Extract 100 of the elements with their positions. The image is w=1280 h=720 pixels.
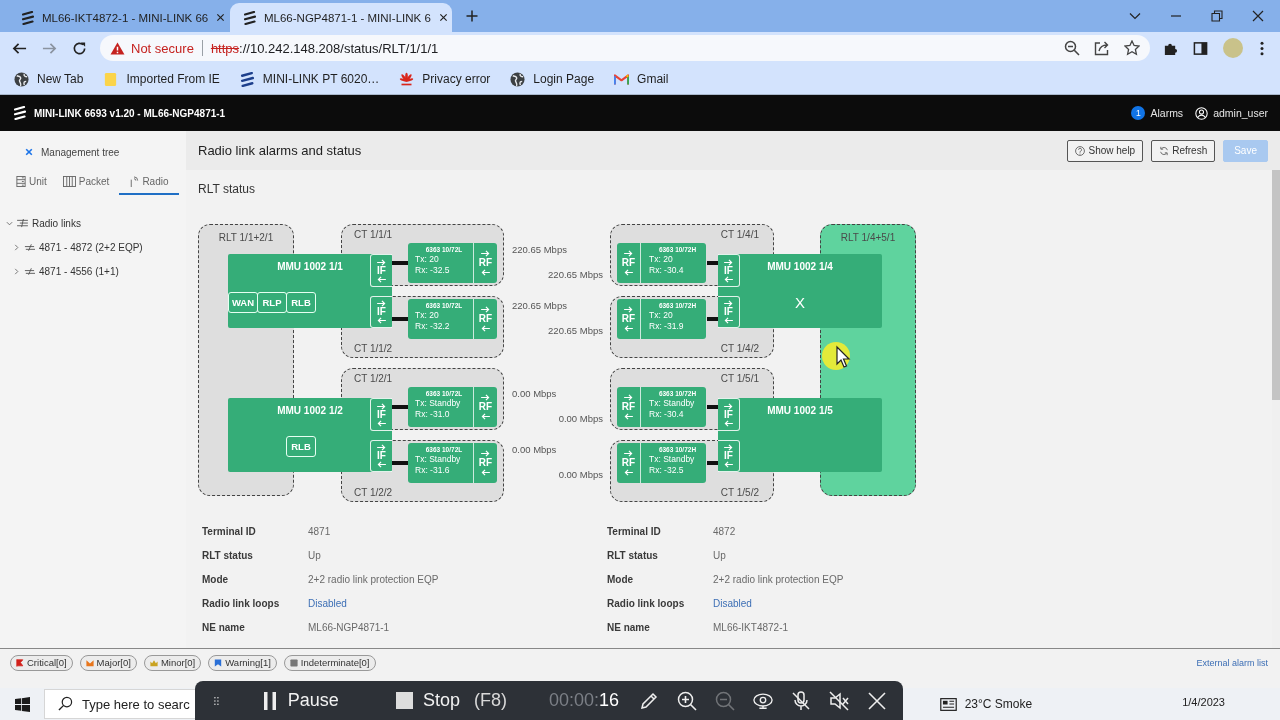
columns-icon: [62, 176, 76, 187]
crown-icon: [149, 658, 158, 667]
weather-text[interactable]: 23°C Smoke: [964, 697, 1033, 711]
stop-button[interactable]: Stop (F8): [395, 690, 507, 711]
help-icon: [1075, 145, 1086, 156]
arrow-right-icon: [377, 402, 386, 410]
pause-button[interactable]: Pause: [261, 690, 339, 711]
chevron-down-icon[interactable]: [1129, 10, 1141, 22]
clock-date[interactable]: 1/4/2023: [1182, 696, 1225, 708]
newspaper-icon[interactable]: [939, 697, 957, 711]
address-bar[interactable]: Not secure https://10.242.148.208/status/RLT/1/1/1: [100, 35, 1150, 61]
alarms-button[interactable]: 1 Alarms: [1131, 106, 1184, 120]
close-icon[interactable]: [216, 13, 226, 22]
alarm-list-link[interactable]: External alarm list: [1196, 657, 1268, 668]
pause-icon: [261, 691, 278, 710]
bookmark-item[interactable]: Privacy error: [399, 71, 491, 87]
port-label: RF: [478, 314, 493, 324]
stop-icon: [395, 692, 413, 709]
help-button[interactable]: Show help: [1067, 139, 1144, 162]
arrow-left-icon: [624, 413, 633, 420]
recording-timer: 00:00:16: [548, 690, 619, 711]
port-label: IF: [724, 265, 733, 276]
port-label: RF: [621, 402, 636, 412]
reload-icon[interactable]: [72, 40, 87, 56]
user-icon: [1195, 106, 1209, 120]
carrier-label: CT 1/1/2: [354, 343, 393, 354]
field-link[interactable]: Disabled: [713, 597, 752, 609]
arrow-right-icon: [724, 402, 733, 410]
bookmark-item[interactable]: MINI-LINK PT 6020…: [239, 71, 380, 87]
browser-tab[interactable]: ML66-IKT4872-1 - MINI-LINK 66: [8, 3, 230, 32]
arrow-left-icon: [377, 419, 386, 427]
radio-link-icon: [24, 242, 35, 252]
throughput-label: 0.00 Mbps: [558, 413, 603, 424]
field-value: 4871: [308, 525, 331, 537]
user-menu[interactable]: admin_user: [1195, 106, 1268, 120]
logo-icon: [239, 71, 255, 87]
field-value: 2+2 radio link protection EQP: [713, 573, 844, 585]
port-label: RF: [478, 458, 493, 468]
plus-icon[interactable]: [466, 10, 478, 22]
bookmark-item[interactable]: Login Page: [510, 71, 595, 87]
arrow-left-icon: [724, 461, 733, 468]
rx-reading: Rx: -31.0: [415, 409, 451, 419]
side-panel-icon[interactable]: [1193, 40, 1208, 56]
zoom-out-icon[interactable]: [1064, 40, 1080, 56]
port-label: IF: [724, 307, 733, 317]
arrow-right-icon: [624, 250, 633, 257]
field-label: Terminal ID: [202, 525, 256, 537]
star-icon[interactable]: [1124, 40, 1140, 56]
port-label: IF: [377, 451, 386, 461]
rx-reading: Rx: -32.5: [415, 265, 451, 275]
close-icon[interactable]: [438, 13, 448, 22]
alarm-counter[interactable]: Major[0]: [79, 654, 137, 671]
url-text[interactable]: https://10.242.148.208/status/RLT/1/1/1: [210, 40, 439, 56]
field-label: RLT status: [202, 549, 253, 561]
tx-reading: Tx: 20: [415, 310, 440, 320]
port-tag: RLP: [257, 292, 287, 313]
speaker-muted-icon: [829, 690, 849, 711]
menu-icon[interactable]: [1260, 40, 1264, 56]
speaker-button[interactable]: [827, 688, 851, 713]
field-link[interactable]: Disabled: [308, 597, 347, 609]
flag-icon: [16, 658, 24, 667]
close-icon[interactable]: [1252, 10, 1264, 22]
browser-tab[interactable]: ML66-NGP4871-1 - MINI-LINK 6: [230, 3, 452, 32]
rx-reading: Rx: -31.6: [415, 465, 451, 475]
sidebar-tab[interactable]: Radio: [119, 173, 179, 195]
field-label: NE name: [607, 621, 650, 633]
arrow-right-icon: [624, 450, 633, 457]
alarm-counter[interactable]: Critical[0]: [10, 654, 73, 671]
tree-item[interactable]: 4871 - 4872 (2+2 EQP): [0, 235, 186, 259]
carrier-label: CT 1/2/1: [354, 373, 393, 384]
port-tag: WAN: [228, 292, 258, 313]
field-label: Mode: [202, 573, 229, 585]
bookmark-item[interactable]: Gmail: [614, 71, 669, 87]
bookmark-item[interactable]: Imported From IE: [103, 71, 220, 87]
pencil-icon: [639, 690, 659, 711]
alarm-counter[interactable]: Warning[1]: [208, 654, 277, 671]
throughput-label: 0.00 Mbps: [558, 469, 603, 480]
rx-reading: Rx: -30.4: [649, 265, 685, 275]
refresh-icon: [1159, 145, 1170, 156]
carrier-label: CT 1/4/2: [720, 343, 759, 354]
arrow-left-icon: [724, 275, 733, 283]
tree-label: Radio links: [32, 217, 81, 229]
tree-item[interactable]: Radio links: [0, 211, 186, 235]
windows-logo-icon[interactable]: [15, 696, 30, 712]
arrow-right-icon: [481, 250, 490, 257]
bookmark-item[interactable]: New Tab: [14, 71, 84, 87]
port-label: RF: [621, 458, 636, 468]
security-label[interactable]: Not secure: [131, 40, 194, 56]
sidebar-tab[interactable]: Packet: [56, 173, 116, 195]
share-icon[interactable]: [1094, 40, 1110, 56]
refresh-button[interactable]: Refresh: [1151, 139, 1216, 162]
search-field[interactable]: Type here to searc: [44, 689, 196, 719]
arrow-right-icon: [377, 258, 386, 266]
tree-item[interactable]: 4871 - 4556 (1+1): [0, 259, 186, 283]
restore-icon[interactable]: [1211, 10, 1223, 22]
arrow-left-icon: [624, 325, 633, 332]
alarm-counter[interactable]: Indeterminate[0]: [283, 654, 376, 671]
sidebar-tab[interactable]: Unit: [10, 173, 53, 195]
crown-icon: [85, 658, 94, 667]
alarm-counter[interactable]: Minor[0]: [143, 654, 202, 671]
